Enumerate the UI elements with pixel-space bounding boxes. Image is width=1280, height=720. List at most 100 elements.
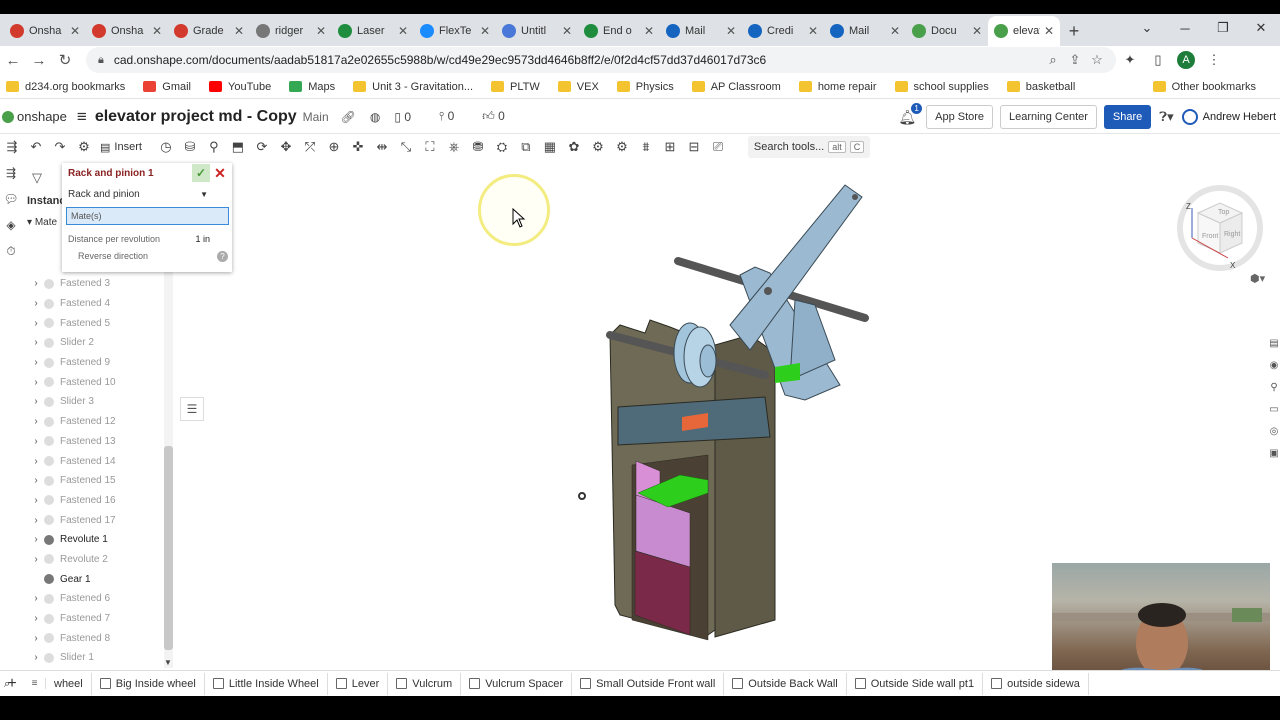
browser-tab[interactable]: Docu ✕	[906, 16, 988, 46]
new-tab-button[interactable]: +	[1060, 16, 1088, 46]
share-button[interactable]: Share	[1103, 105, 1152, 129]
expand-chevron-icon[interactable]: ›	[22, 633, 44, 644]
document-title[interactable]: elevator project md - Copy	[95, 108, 297, 126]
link-icon[interactable]: 🔗︎	[341, 110, 356, 124]
browser-tab[interactable]: End o ✕	[578, 16, 660, 46]
search-tools-field[interactable]: Search tools... alt C	[747, 136, 871, 158]
replicate-icon[interactable]: ⎈	[442, 139, 466, 155]
mate-connector-icon[interactable]: ⚲	[202, 139, 226, 155]
tab-close-icon[interactable]: ✕	[70, 24, 80, 38]
part-studio-tab[interactable]: Little Inside Wheel	[205, 672, 328, 695]
branch-label[interactable]: Main	[303, 110, 329, 124]
mate-tree-item[interactable]: › Fastened 14	[22, 451, 172, 471]
bookmark-item[interactable]: Gmail	[143, 81, 191, 93]
mate-tree-item[interactable]: › Revolute 2	[22, 550, 172, 570]
measure-icon[interactable]: ⊞	[658, 139, 682, 155]
part-studio-tab[interactable]: wheel	[46, 672, 92, 695]
help-icon[interactable]: ❓︎▾	[1159, 109, 1173, 125]
right-panel-icon-3[interactable]: ⚲	[1270, 382, 1277, 404]
mate-tree-item[interactable]: › Fastened 4	[22, 294, 172, 314]
viewcube-top[interactable]: Top	[1218, 209, 1229, 216]
tab-close-icon[interactable]: ✕	[1044, 24, 1054, 38]
elevator-3d-model[interactable]	[590, 175, 880, 645]
bookmark-item[interactable]: PLTW	[491, 81, 540, 93]
bookmark-item[interactable]: d234.org bookmarks	[6, 81, 125, 93]
zoom-icon[interactable]: ⌕	[1042, 52, 1064, 68]
insert-button[interactable]: ▤ Insert	[100, 141, 146, 154]
gear-relation-icon[interactable]: ✿	[562, 139, 586, 155]
bookmark-item[interactable]: Physics	[616, 81, 674, 93]
relation-type-select[interactable]: Rack and pinion ▼	[66, 185, 228, 203]
view-options-cube-icon[interactable]: ⬢▾	[1250, 272, 1265, 285]
versions-count[interactable]: ▯ 0	[394, 110, 425, 124]
mates-selection-field[interactable]: Mate(s)	[66, 207, 229, 225]
section-icon[interactable]: ⊟	[682, 139, 706, 155]
panel-scrollbar[interactable]	[164, 446, 173, 650]
pin-slot-mate-icon[interactable]: ✜	[346, 139, 370, 155]
mate-tree-item[interactable]: › Fastened 15	[22, 471, 172, 491]
ball-mate-icon[interactable]: ⇹	[370, 139, 394, 155]
forward-icon[interactable]: →	[26, 52, 52, 69]
expand-chevron-icon[interactable]: ›	[22, 298, 44, 309]
user-menu[interactable]: Andrew Hebert	[1181, 109, 1276, 125]
right-panel-icon-4[interactable]: ▭	[1269, 404, 1278, 426]
right-panel-icon-6[interactable]: ▣	[1269, 448, 1278, 470]
maximize-button[interactable]: ❐	[1204, 14, 1242, 42]
mate-tree-item[interactable]: › Slider 3	[22, 392, 172, 412]
mate-tree-item[interactable]: › Fastened 9	[22, 353, 172, 373]
tab-close-icon[interactable]: ✕	[726, 24, 736, 38]
planar-mate-icon[interactable]: ⤱	[298, 139, 322, 155]
part-studio-tab[interactable]: Vulcrum	[388, 672, 462, 695]
exploded-view-icon[interactable]: ⎚	[706, 139, 730, 155]
part-studio-tab[interactable]: Lever	[328, 672, 389, 695]
extensions-icon[interactable]: ✦	[1116, 52, 1144, 68]
settings-gear-icon[interactable]: ⚙	[72, 139, 96, 155]
browser-tab[interactable]: Onsha ✕	[4, 16, 86, 46]
group-icon[interactable]: ⛶	[418, 139, 442, 155]
mate-tree-item[interactable]: Gear 1	[22, 569, 172, 589]
fastened-mate-icon[interactable]: ⬒	[226, 139, 250, 155]
cylindrical-mate-icon[interactable]: ⊕	[322, 139, 346, 155]
expand-chevron-icon[interactable]: ›	[22, 416, 44, 427]
browser-tab[interactable]: Onsha ✕	[86, 16, 168, 46]
expand-chevron-icon[interactable]: ›	[22, 495, 44, 506]
browser-tab[interactable]: Grade ✕	[168, 16, 250, 46]
part-studio-tab[interactable]: Vulcrum Spacer	[461, 672, 573, 695]
minimize-button[interactable]: ─	[1166, 14, 1204, 42]
browser-tab[interactable]: Mail ✕	[824, 16, 906, 46]
back-icon[interactable]: ←	[0, 52, 26, 69]
bookmark-item[interactable]: AP Classroom	[691, 81, 781, 93]
bookmark-item[interactable]: YouTube	[209, 81, 271, 93]
tangent-mate-icon[interactable]: ⤡	[394, 139, 418, 155]
origin-point[interactable]	[578, 492, 586, 500]
distance-per-revolution-row[interactable]: Distance per revolution 1 in	[62, 231, 232, 247]
pattern-icon[interactable]: ⛭	[490, 139, 514, 155]
close-window-button[interactable]: ✕	[1242, 14, 1280, 42]
accept-check-icon[interactable]: ✓	[192, 164, 210, 182]
reverse-direction-checkbox[interactable]: Reverse direction ?	[62, 247, 232, 265]
part-studio-tab[interactable]: Big Inside wheel	[92, 672, 205, 695]
right-panel-icon-5[interactable]: ◎	[1270, 426, 1279, 448]
filter-icon[interactable]: ▽	[32, 170, 42, 186]
mate-tree-item[interactable]: › Fastened 17	[22, 510, 172, 530]
expand-chevron-icon[interactable]: ›	[22, 357, 44, 368]
screw-relation-icon[interactable]: ⚙	[610, 139, 634, 155]
mate-tree-item[interactable]: › Fastened 8	[22, 628, 172, 648]
linear-relation-icon[interactable]: ⩩	[634, 139, 658, 155]
mate-tree-item[interactable]: › Fastened 5	[22, 313, 172, 333]
mate-tree-item[interactable]: › Fastened 12	[22, 412, 172, 432]
expand-chevron-icon[interactable]: ›	[22, 475, 44, 486]
notifications-bell-icon[interactable]: 🔔︎ 1	[898, 102, 923, 126]
bookmark-item[interactable]: home repair	[798, 81, 877, 93]
tab-close-icon[interactable]: ✕	[562, 24, 572, 38]
undo-icon[interactable]: ↶	[24, 139, 48, 155]
revolute-mate-icon[interactable]: ⟳	[250, 139, 274, 155]
mate-tree-item[interactable]: › Fastened 16	[22, 491, 172, 511]
browser-tab[interactable]: FlexTe ✕	[414, 16, 496, 46]
mate-tree-item[interactable]: › Fastened 10	[22, 372, 172, 392]
list-toggle-icon[interactable]: ☰	[180, 397, 204, 421]
rack-pinion-icon[interactable]: ⚙	[586, 139, 610, 155]
explode-icon[interactable]: ⧉	[514, 139, 538, 155]
cancel-x-icon[interactable]: ✕	[212, 164, 228, 182]
expand-chevron-icon[interactable]: ›	[22, 456, 44, 467]
